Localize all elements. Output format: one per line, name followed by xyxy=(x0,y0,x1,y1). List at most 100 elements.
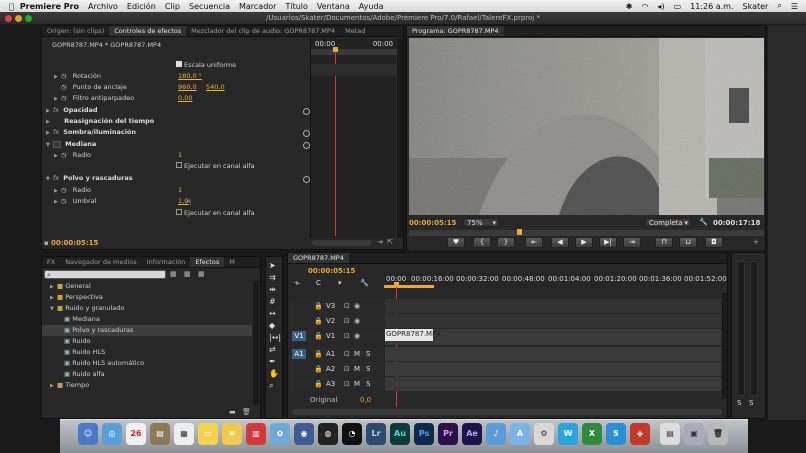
stopwatch-icon[interactable]: ◷ xyxy=(61,83,67,91)
program-timecode[interactable]: 00:00:05:15 xyxy=(409,219,456,227)
timeline-timecode[interactable]: 00:00:05:15 xyxy=(308,267,355,275)
menu-ventana[interactable]: Ventana xyxy=(317,2,350,11)
sync-lock-icon[interactable]: ⊡ xyxy=(344,317,350,325)
fx-toggle-icon[interactable] xyxy=(53,140,61,148)
sync-lock-icon[interactable]: ⊡ xyxy=(344,380,350,388)
reset-icon[interactable] xyxy=(303,142,310,149)
excel-icon[interactable]: X xyxy=(582,423,602,445)
eye-icon[interactable]: ◉ xyxy=(354,317,360,325)
stopwatch-icon[interactable]: ◷ xyxy=(61,72,67,80)
timeline-vertical-scrollbar[interactable] xyxy=(722,293,727,399)
sync-lock-icon[interactable]: ⊡ xyxy=(344,365,350,373)
tab-source[interactable]: Origen: (sin clips) xyxy=(42,26,109,36)
safari-icon[interactable]: ◎ xyxy=(102,423,122,445)
collapse-icon[interactable]: ▼ xyxy=(46,140,53,151)
solo-button[interactable]: S xyxy=(366,350,370,358)
time-remap-row[interactable]: ▶ Reasignación del tiempo xyxy=(46,116,154,127)
track-lanes[interactable]: GOPR8787.MP4 xyxy=(385,299,721,407)
spotlight-icon[interactable]: ⌕ xyxy=(777,1,781,11)
go-to-in-button[interactable]: ⇤ xyxy=(525,237,543,248)
dock-premiere-icon[interactable]: Pr xyxy=(438,423,458,445)
lock-icon[interactable]: 🔒 xyxy=(314,350,323,358)
expand-icon[interactable]: ▶ xyxy=(54,151,61,162)
tab-fx[interactable]: FX xyxy=(42,257,60,267)
lock-icon[interactable]: 🔒 xyxy=(314,302,323,310)
add-marker-icon[interactable]: ▾ xyxy=(338,279,342,287)
tree-item[interactable]: ▣ Ruido alfa xyxy=(64,369,250,380)
dock-photoshop-icon[interactable]: Ps xyxy=(414,423,434,445)
opacity-row[interactable]: ▶ fx Opacidad xyxy=(46,105,98,116)
keyframe-area[interactable]: 00:00 00:00 xyxy=(310,38,397,238)
tree-item[interactable]: ▶ ■ General xyxy=(50,281,250,292)
collapse-icon[interactable]: ▼ xyxy=(46,174,53,185)
eye-icon[interactable]: ◉ xyxy=(354,332,360,340)
solo-right[interactable]: S xyxy=(749,399,753,407)
filter-icon[interactable]: ⇥ xyxy=(377,238,383,246)
solo-button[interactable]: S xyxy=(366,365,370,373)
mute-button[interactable]: M xyxy=(354,365,360,373)
downloads-icon[interactable]: ▣ xyxy=(684,423,704,445)
linked-selection-icon[interactable]: C xyxy=(316,279,321,287)
tree-item[interactable]: ▣ Ruido HLS automático xyxy=(64,358,250,369)
tree-item[interactable]: ▼ ■ Ruido y granulado xyxy=(50,303,250,314)
rotation-value[interactable]: 180,0 ° xyxy=(178,71,202,82)
timeline-horizontal-scrollbar[interactable] xyxy=(292,409,722,415)
lock-icon[interactable]: 🔒 xyxy=(314,365,323,373)
delete-icon[interactable]: 🗑 xyxy=(242,408,251,416)
32bit-fx-icon[interactable]: ▦ xyxy=(184,270,191,278)
expand-icon[interactable]: ▶ xyxy=(50,381,57,392)
menubar-clock[interactable]: 11:26 a.m. xyxy=(690,2,733,11)
finder-icon[interactable]: ☺ xyxy=(78,423,98,445)
expand-icon[interactable]: ▶ xyxy=(54,197,61,208)
mail-icon[interactable]: ✉ xyxy=(222,423,242,445)
add-marker-button[interactable]: ♥ xyxy=(447,237,465,248)
tab-info[interactable]: Información xyxy=(142,257,191,267)
photos-icon[interactable]: ✿ xyxy=(270,423,290,445)
app-red-icon[interactable]: ▥ xyxy=(246,423,266,445)
reset-icon[interactable] xyxy=(303,108,310,115)
yuv-fx-icon[interactable]: ▦ xyxy=(198,270,205,278)
app-store-icon[interactable]: A xyxy=(510,423,530,445)
rolling-edit-icon[interactable]: # xyxy=(269,297,276,306)
tab-media-browser[interactable]: Navegador de medios xyxy=(60,257,141,267)
quality-select[interactable]: Completa ▾ xyxy=(645,218,691,227)
tree-item[interactable]: ▣ Mediana xyxy=(64,314,250,325)
video-clip[interactable]: GOPR8787.MP4 xyxy=(385,329,441,341)
expand-icon[interactable]: ▶ xyxy=(46,128,53,139)
sync-lock-icon[interactable]: ⊡ xyxy=(344,302,350,310)
razor-icon[interactable]: ◆ xyxy=(269,321,275,330)
zoom-select[interactable]: 75% ▾ xyxy=(463,218,499,227)
zoom-slider[interactable] xyxy=(312,240,372,246)
anchor-y-value[interactable]: 540,0 xyxy=(206,82,225,93)
accelerated-fx-icon[interactable]: ▦ xyxy=(170,270,177,278)
dust-scratches-row[interactable]: ▼ fx Polvo y rascaduras xyxy=(46,173,133,184)
extract-button[interactable]: ⊔ xyxy=(679,237,697,248)
calendar-icon[interactable]: 26 xyxy=(126,423,146,445)
effects-tree-scrollbar[interactable] xyxy=(253,281,259,405)
program-scrubber[interactable] xyxy=(409,230,764,236)
video-frame[interactable] xyxy=(409,38,764,215)
dust-alpha-checkbox[interactable] xyxy=(176,209,182,215)
menu-app-name[interactable]: Premiere Pro xyxy=(20,2,79,11)
export-icon[interactable]: ⇱ xyxy=(387,238,393,246)
dock-aftereffects-icon[interactable]: Ae xyxy=(462,423,482,445)
notes-icon[interactable]: ▦ xyxy=(174,423,194,445)
menu-ayuda[interactable]: Ayuda xyxy=(359,2,384,11)
tab-audio-mixer[interactable]: Mezclador del clip de audio: GOPR8787.MP… xyxy=(186,26,340,36)
wifi-icon[interactable]: ◠ xyxy=(641,2,648,11)
stopwatch-icon[interactable]: ◷ xyxy=(61,94,67,102)
export-frame-button[interactable]: ◘ xyxy=(705,237,723,248)
fx-icon[interactable]: fx xyxy=(53,174,59,182)
facetime-icon[interactable]: ◉ xyxy=(294,423,314,445)
step-back-button[interactable]: ◀ xyxy=(551,237,569,248)
expand-icon[interactable]: ▶ xyxy=(54,94,61,105)
work-area-bar[interactable] xyxy=(384,285,434,288)
add-button-icon[interactable]: + xyxy=(753,238,759,246)
fx-icon[interactable]: fx xyxy=(53,128,59,136)
menu-edicion[interactable]: Edición xyxy=(127,2,156,11)
sync-lock-icon[interactable]: ⊡ xyxy=(344,332,350,340)
stopwatch-icon[interactable]: ◷ xyxy=(61,151,67,159)
bluetooth-icon[interactable]: ✱ xyxy=(626,2,633,11)
tab-metadata[interactable]: Metad xyxy=(340,26,370,36)
slide-tool-icon[interactable]: ⇄ xyxy=(269,345,276,354)
